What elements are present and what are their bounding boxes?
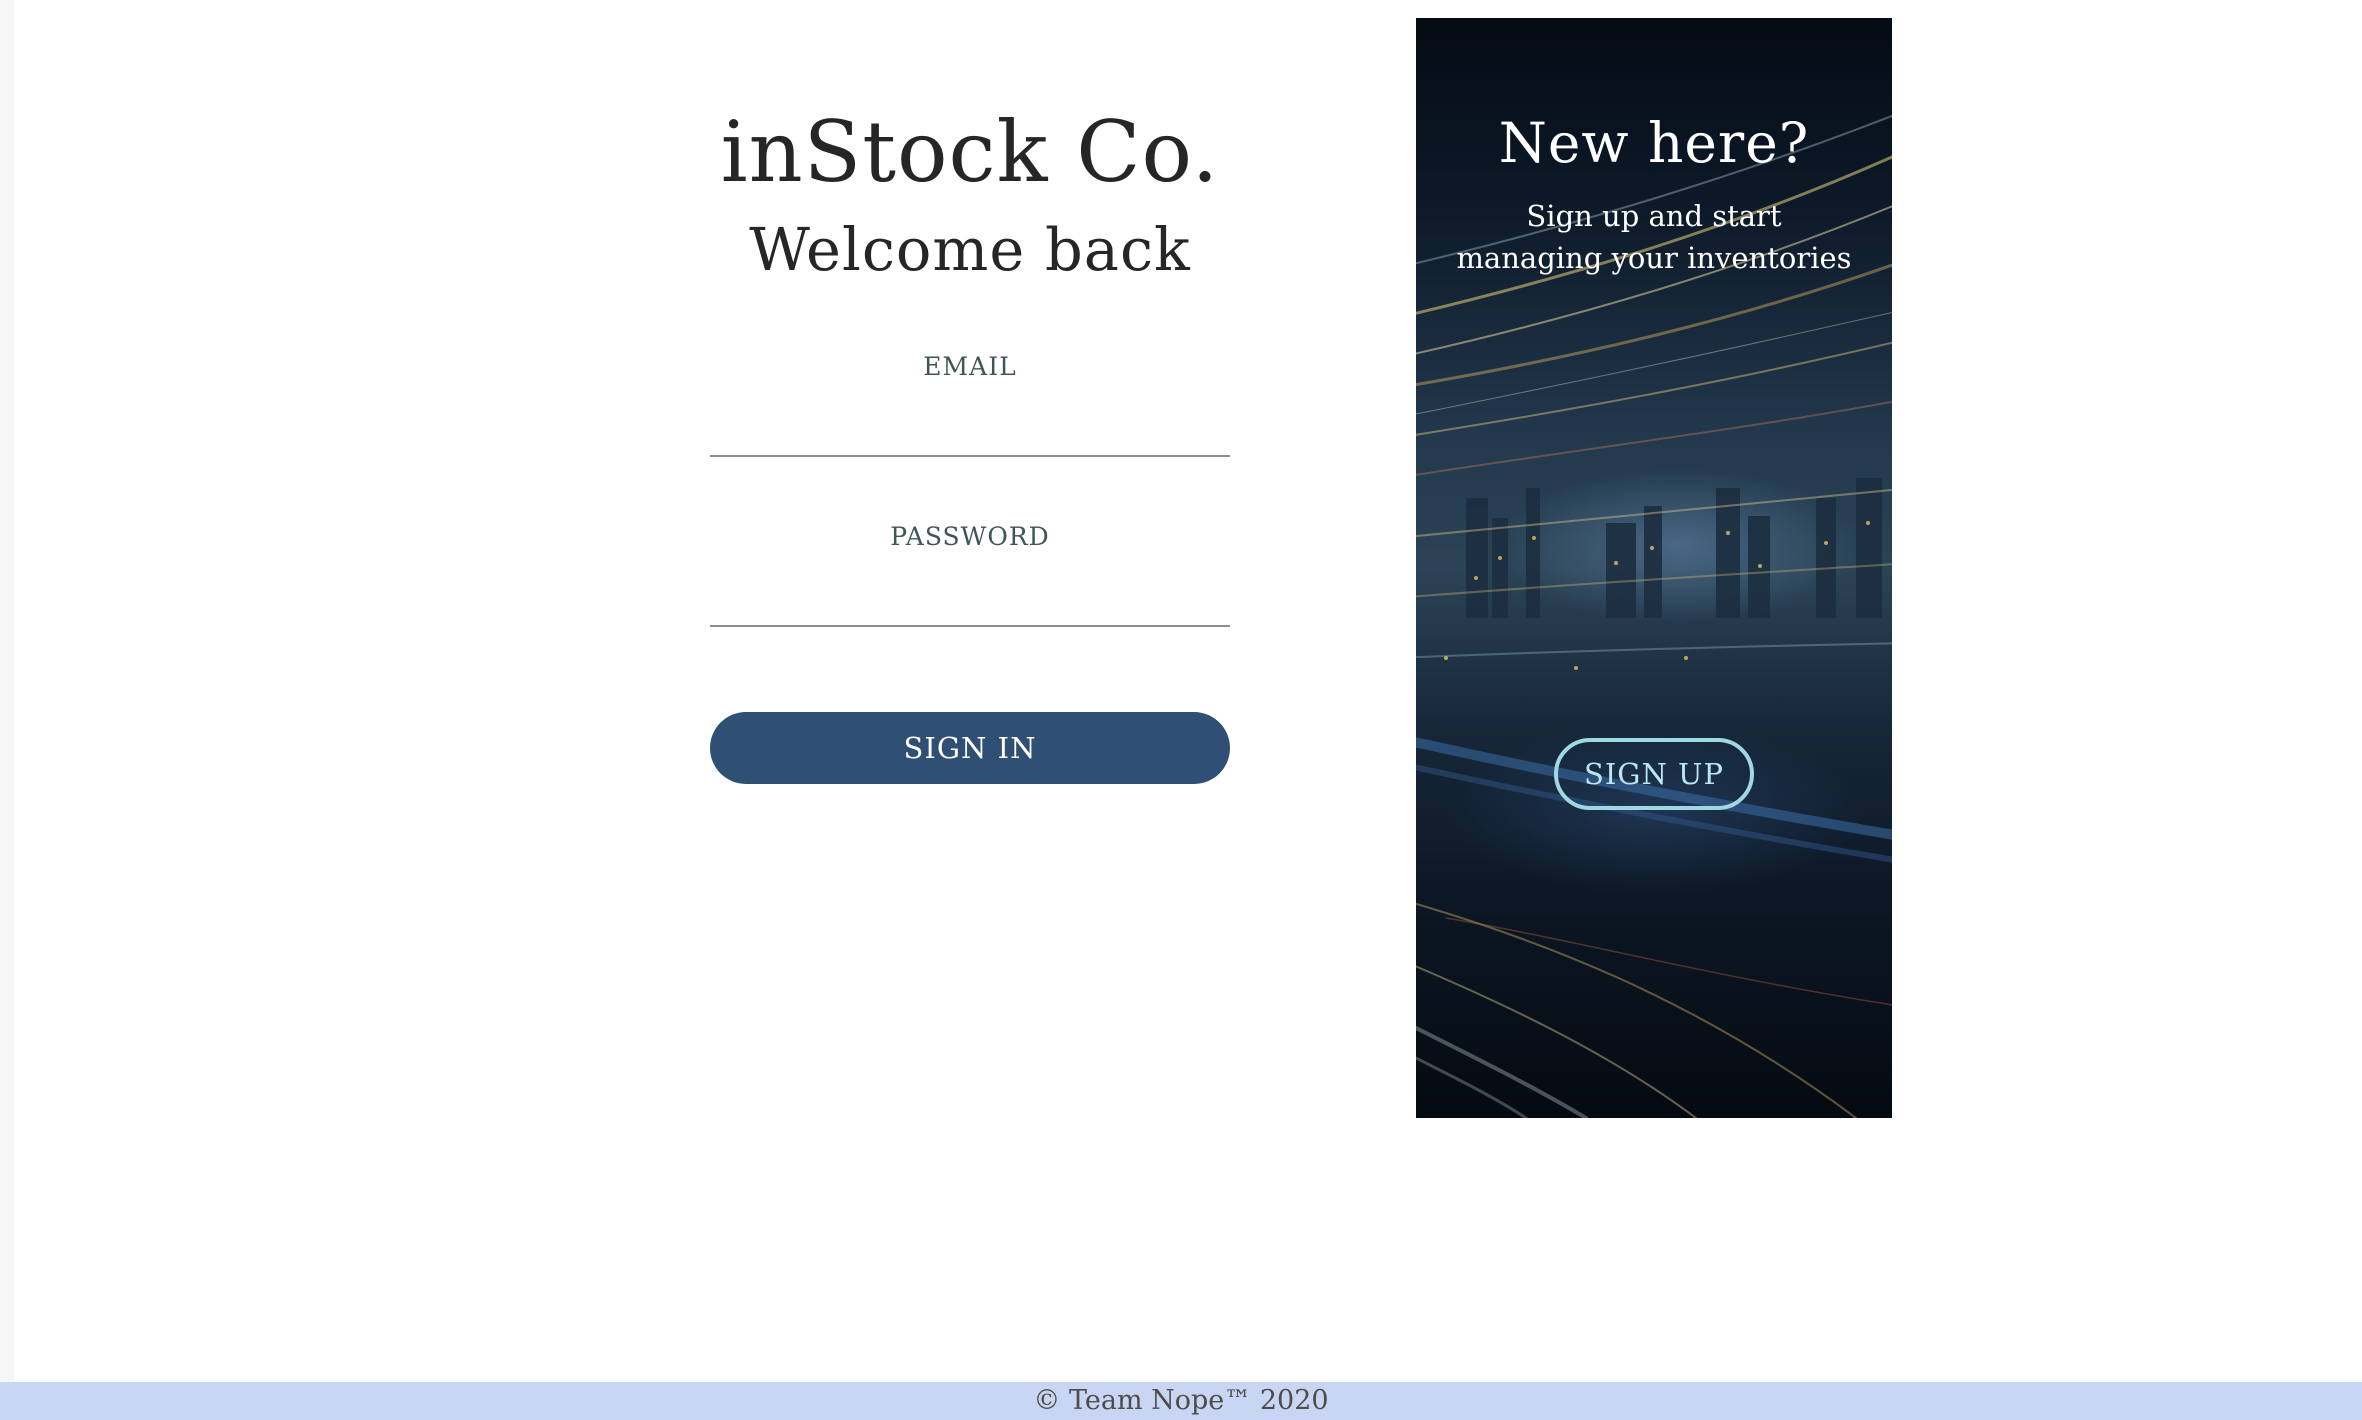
footer-copyright: © Team Nope™ 2020 — [1033, 1385, 1329, 1416]
password-field[interactable] — [710, 571, 1230, 627]
email-field-group: EMAIL — [710, 352, 1230, 457]
page: inStock Co. Welcome back EMAIL PASSWORD … — [0, 0, 2362, 1420]
email-label: EMAIL — [923, 352, 1017, 381]
signup-panel: New here? Sign up and start managing you… — [1416, 18, 1892, 1118]
password-field-group: PASSWORD — [710, 522, 1230, 627]
left-edge-strip — [0, 0, 14, 1382]
signup-button[interactable]: SIGN UP — [1554, 738, 1754, 810]
welcome-heading: Welcome back — [749, 215, 1191, 284]
signin-button[interactable]: SIGN IN — [710, 712, 1230, 784]
brand-title: inStock Co. — [720, 103, 1220, 201]
signup-heading: New here? — [1498, 111, 1810, 175]
email-field[interactable] — [710, 401, 1230, 457]
signup-content: New here? Sign up and start managing you… — [1416, 18, 1892, 279]
footer: © Team Nope™ 2020 — [0, 1382, 2362, 1420]
signup-description: Sign up and start managing your inventor… — [1456, 199, 1852, 275]
password-label: PASSWORD — [890, 522, 1050, 551]
signin-form: inStock Co. Welcome back EMAIL PASSWORD … — [560, 103, 1380, 784]
